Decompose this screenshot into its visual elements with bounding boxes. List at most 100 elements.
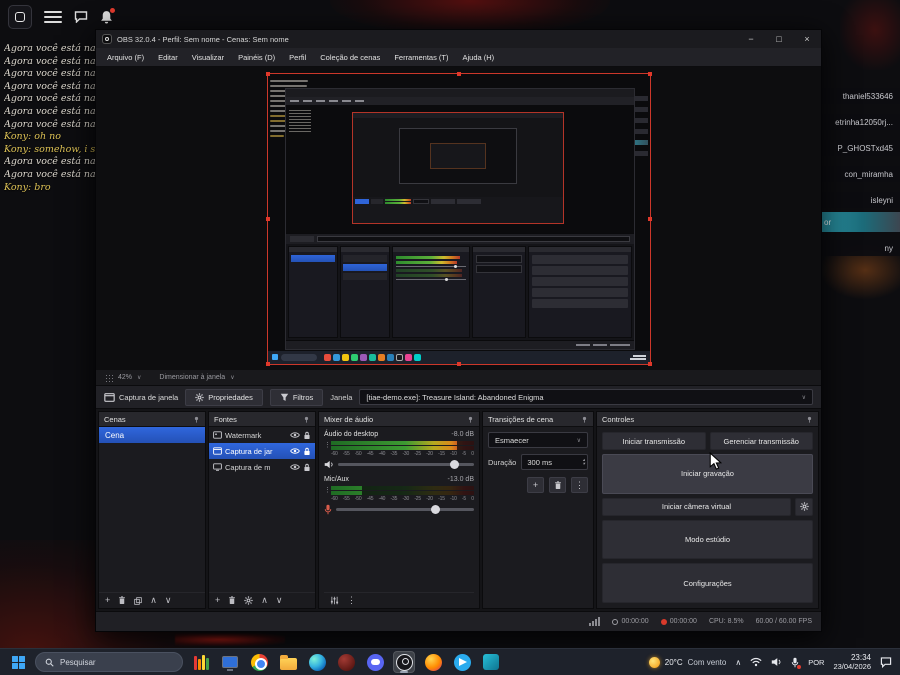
visibility-eye-icon[interactable] [290,447,300,455]
obs-preview-canvas[interactable] [96,67,821,370]
start-button[interactable] [8,652,28,672]
monitor-app-icon[interactable] [219,651,241,673]
wifi-icon[interactable] [750,657,762,667]
dock-pin-icon[interactable] [467,416,474,423]
source-item-captura-de-monitor[interactable]: Captura de m [209,459,315,475]
controls-panel-header[interactable]: Controles [597,412,818,427]
captured-desktop-preview[interactable] [265,71,652,366]
transition-select[interactable]: Esmaecer ∨ [488,432,588,448]
firefox-icon[interactable] [422,651,444,673]
remove-source-icon[interactable] [228,596,236,605]
source-item-captura-de-janela[interactable]: Captura de jar [209,443,315,459]
scene-item-cena[interactable]: Cena [99,427,205,443]
transitions-panel-header[interactable]: Transições de cena [483,412,593,427]
obs-taskbar-icon[interactable] [393,651,415,673]
mixer-channel-mic: Mic/Aux -13.0 dB ⋮ -60 -55 -50 -45 -40 -35 -30… [324,475,474,515]
scale-mode[interactable]: Dimensionar à janela [159,374,225,381]
menu-editar[interactable]: Editar [151,53,185,62]
dock-pin-icon[interactable] [193,416,200,423]
lock-icon[interactable] [303,431,311,440]
mixer-menu-icon[interactable]: ⋮ [347,596,356,605]
add-source-icon[interactable]: + [215,596,220,605]
library-app-icon[interactable] [190,651,212,673]
discord-icon[interactable] [364,651,386,673]
source-down-icon[interactable]: ∨ [276,596,283,605]
windows-logo-icon [11,655,25,669]
start-virtual-camera-button[interactable]: Iniciar câmera virtual [602,497,791,516]
search-input[interactable]: Pesquisar [35,652,183,672]
remove-transition-button[interactable] [549,477,566,493]
paint-app-icon[interactable] [480,651,502,673]
properties-button[interactable]: Propriedades [185,388,263,406]
visibility-eye-icon[interactable] [290,463,300,471]
channel-menu-icon[interactable]: ⋮ [324,441,331,457]
menu-arquivo[interactable]: Arquivo (F) [100,53,151,62]
telegram-icon[interactable] [451,651,473,673]
duration-input[interactable]: 300 ms ▴ ▾ [521,454,588,470]
menu-visualizar[interactable]: Visualizar [185,53,231,62]
weather-widget[interactable]: 20°C Com vento [648,656,726,668]
mic-tray-icon[interactable] [791,657,802,669]
remove-scene-icon[interactable] [118,596,126,605]
maximize-button[interactable]: □ [765,30,793,48]
menu-icon[interactable] [44,10,62,24]
sources-panel-header[interactable]: Fontes [209,412,315,427]
duplicate-scene-icon[interactable] [134,596,142,605]
channel-menu-icon[interactable]: ⋮ [324,486,331,502]
start-streaming-button[interactable]: Iniciar transmissão [602,432,706,450]
lock-icon[interactable] [303,447,311,456]
add-scene-icon[interactable]: + [105,596,110,605]
menu-paineis[interactable]: Painéis (D) [231,53,282,62]
settings-button[interactable]: Configurações [602,563,813,604]
start-recording-button[interactable]: Iniciar gravação [602,454,813,494]
hidden-icons-chevron[interactable]: ∧ [735,658,741,667]
window-select[interactable]: [tiae-demo.exe]: Treasure Island: Abando… [359,389,813,405]
edge-icon[interactable] [306,651,328,673]
notifications-bell-icon[interactable] [100,8,115,24]
menu-colecao-de-cenas[interactable]: Coleção de cenas [313,53,387,62]
visibility-eye-icon[interactable] [290,431,300,439]
spinner-arrows[interactable]: ▴ ▾ [583,457,585,466]
sources-toolbar: + ∧ ∨ [209,592,315,608]
app-logo-icon[interactable] [8,5,32,29]
obs-titlebar[interactable]: OBS 32.0.4 - Perfil: Sem nome - Cenas: S… [96,30,821,48]
dock-pin-icon[interactable] [806,416,813,423]
source-up-icon[interactable]: ∧ [261,596,268,605]
add-transition-button[interactable]: + [527,477,544,493]
chrome-icon[interactable] [248,651,270,673]
game-launcher-icon[interactable] [335,651,357,673]
dock-pin-icon[interactable] [581,416,588,423]
audio-mixer-panel: Mixer de áudio Áudio do desktop -8.0 dB … [318,411,480,609]
chat-bubble-icon[interactable] [74,11,88,23]
studio-mode-button[interactable]: Modo estúdio [602,519,813,560]
file-explorer-icon[interactable] [277,651,299,673]
lock-icon[interactable] [303,463,311,472]
minimize-button[interactable]: − [737,30,765,48]
menu-perfil[interactable]: Perfil [282,53,313,62]
scene-down-icon[interactable]: ∨ [165,596,172,605]
language-indicator[interactable]: POR [808,658,824,667]
close-button[interactable]: × [793,30,821,48]
filters-button[interactable]: Filtros [269,388,324,406]
mic-icon[interactable] [324,504,332,515]
mic-volume-slider[interactable] [336,504,474,514]
source-properties-gear-icon[interactable] [244,596,253,605]
manage-stream-button[interactable]: Gerenciar transmissão [709,432,813,450]
advanced-audio-icon[interactable] [330,596,339,605]
menu-ajuda[interactable]: Ajuda (H) [456,53,502,62]
mixer-panel-header[interactable]: Mixer de áudio [319,412,479,427]
scene-up-icon[interactable]: ∧ [150,596,157,605]
taskbar: Pesquisar 20°C Com vento ∧ POR 23:34 23/… [0,648,900,675]
transition-menu-button[interactable]: ⋮ [571,477,588,493]
notification-center-icon[interactable] [880,656,892,668]
volume-icon[interactable] [771,657,782,667]
clock[interactable]: 23:34 23/04/2026 [833,653,871,672]
virtual-camera-settings-button[interactable] [795,497,813,516]
scenes-panel-header[interactable]: Cenas [99,412,205,427]
desktop-volume-slider[interactable] [338,459,474,469]
speaker-icon[interactable] [324,460,334,469]
zoom-level[interactable]: 42% [118,374,132,381]
source-item-watermark[interactable]: Watermark [209,427,315,443]
dock-pin-icon[interactable] [303,416,310,423]
menu-ferramentas[interactable]: Ferramentas (T) [387,53,455,62]
